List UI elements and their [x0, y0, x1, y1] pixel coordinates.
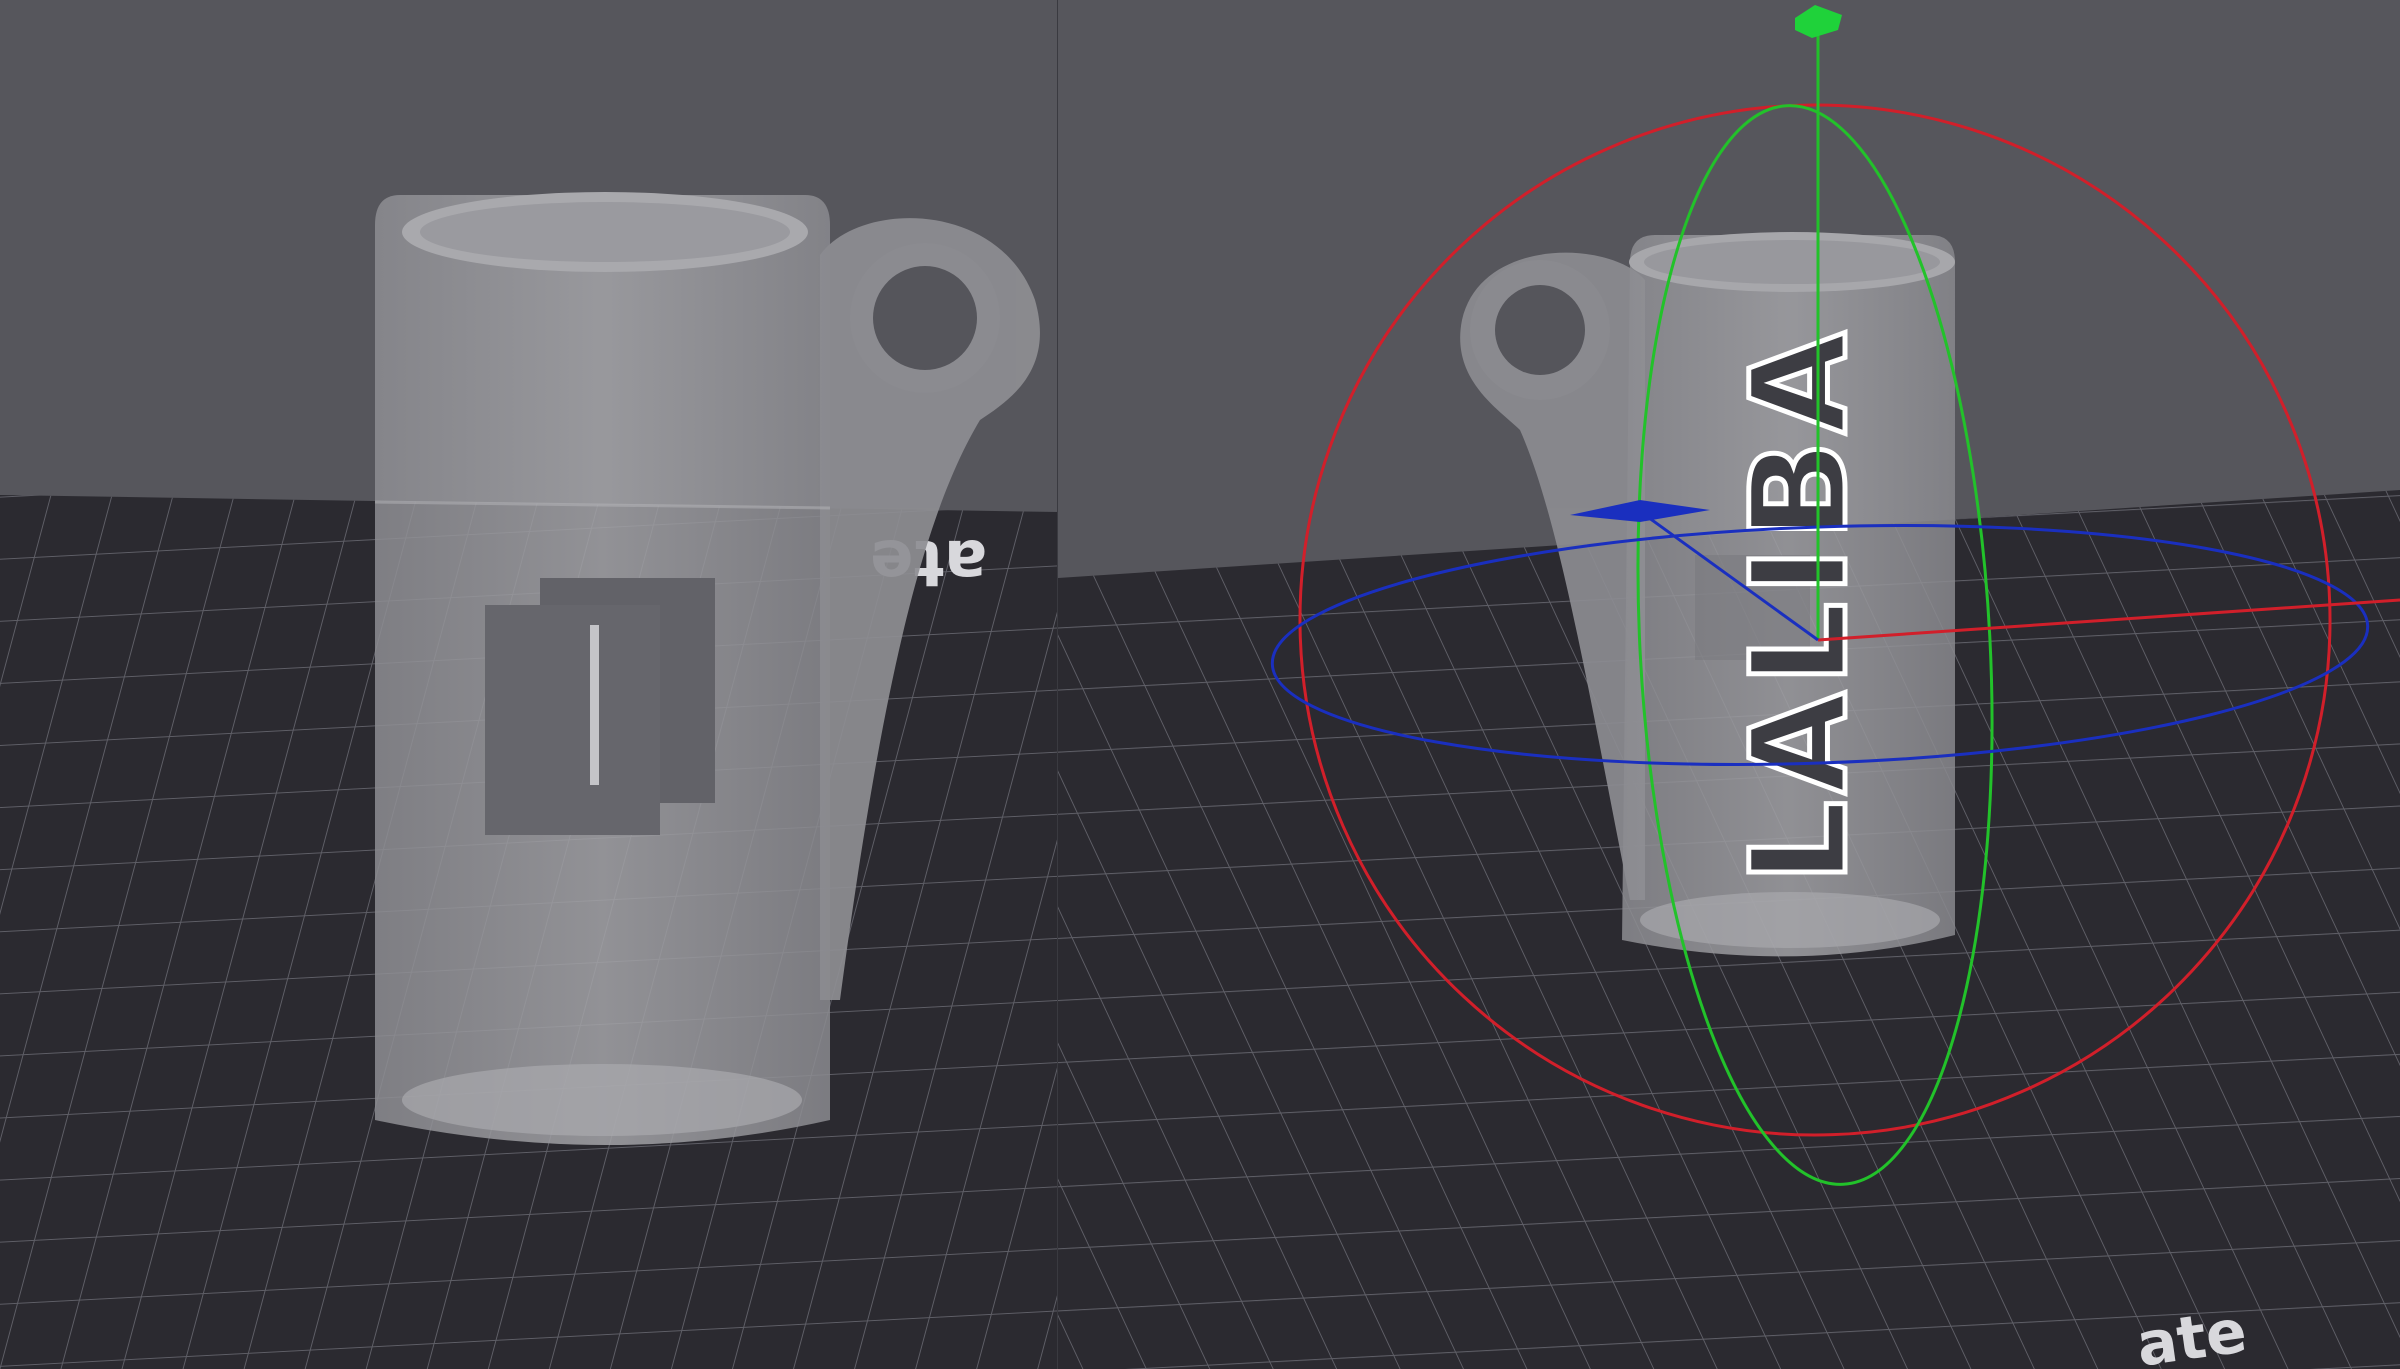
embossed-text[interactable]: LALIBA [1721, 323, 1880, 886]
3d-viewport-stage[interactable]: ate ate LALIBA [0, 0, 2400, 1369]
label-block[interactable] [485, 578, 715, 835]
right-viewport[interactable]: ate LALIBA [1058, 0, 2400, 1369]
left-viewport[interactable]: ate [0, 0, 1058, 1369]
